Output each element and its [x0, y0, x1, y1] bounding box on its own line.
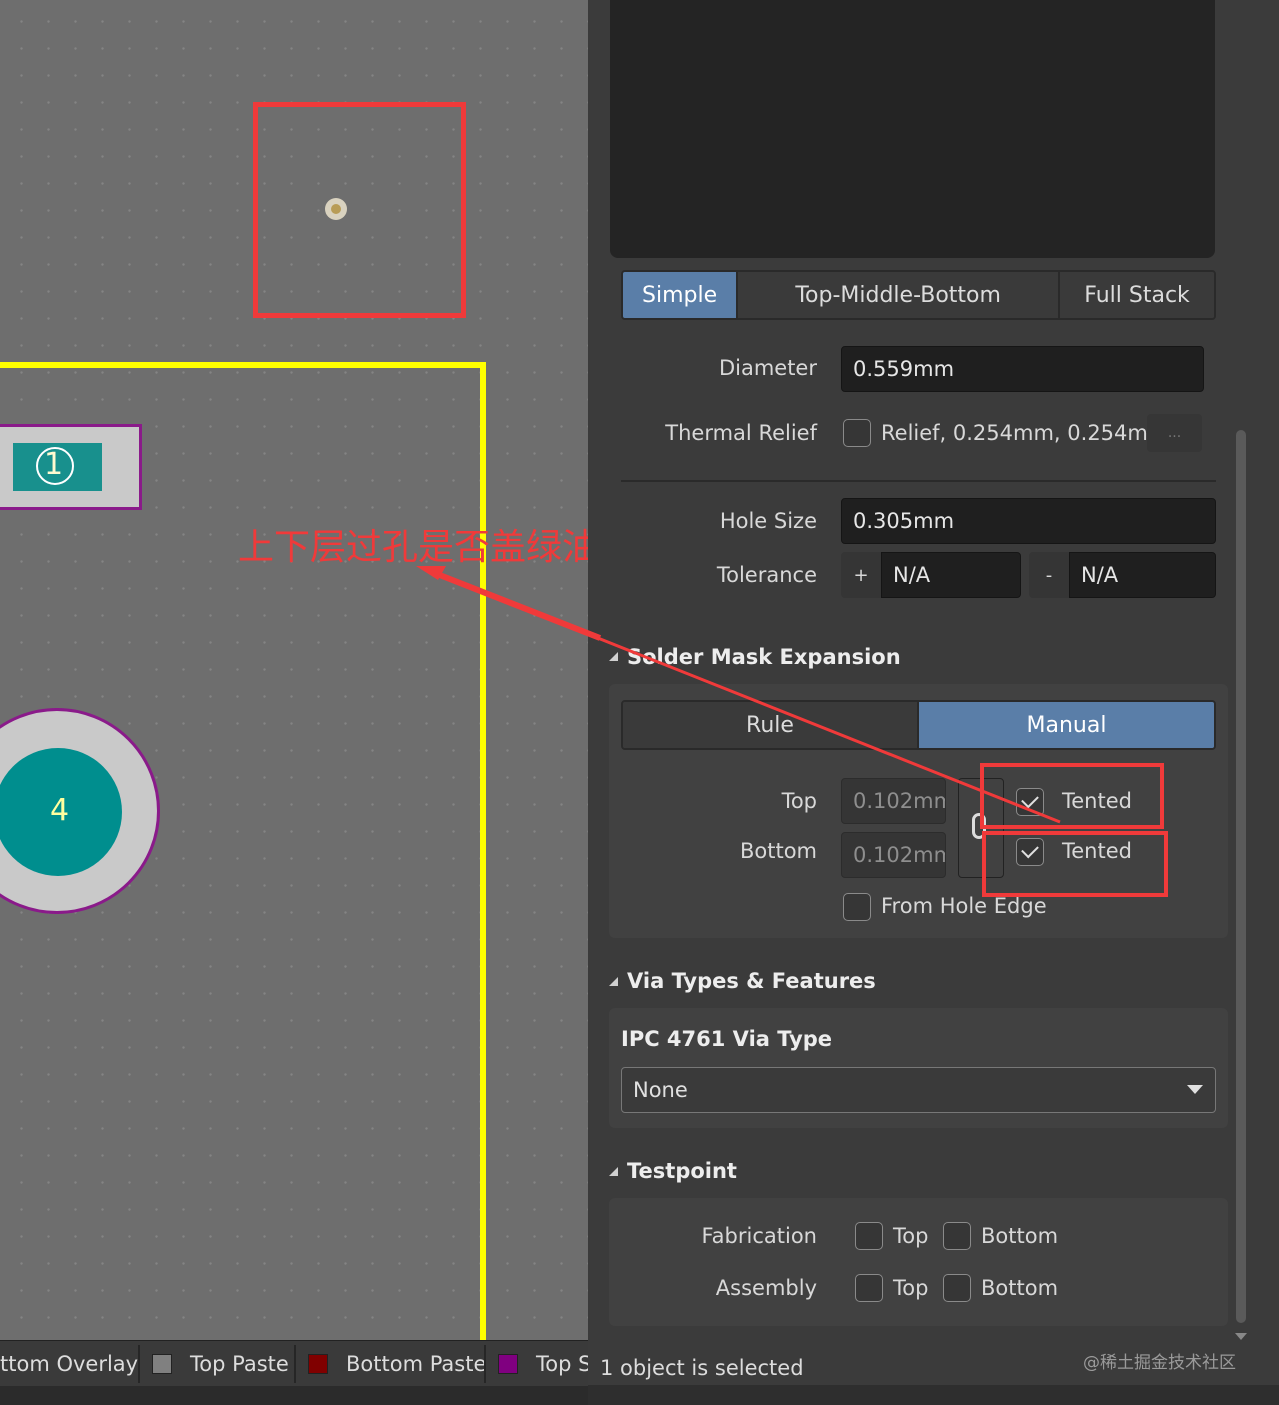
- tolerance-minus-field[interactable]: N/A: [1069, 552, 1216, 598]
- thermal-relief-more-button[interactable]: ...: [1147, 414, 1202, 452]
- via[interactable]: [325, 198, 347, 220]
- layer-color-swatch: [308, 1353, 328, 1374]
- panel-scrollbar[interactable]: [1236, 430, 1246, 1323]
- assembly-bottom-label: Bottom: [981, 1276, 1059, 1300]
- fabrication-label: Fabrication: [701, 1224, 817, 1248]
- layer-tab-label: ttom Overlay: [0, 1351, 139, 1376]
- solder-mask-bottom-label: Bottom: [739, 839, 817, 863]
- stack-mode-top-middle-bottom[interactable]: Top-Middle-Bottom: [738, 272, 1061, 318]
- layer-tab-divider: [138, 1345, 140, 1383]
- tented-top-highlight: [980, 763, 1164, 829]
- layer-tab-bar: ttom Overlay Top Paste Bottom Paste Top …: [0, 1340, 591, 1386]
- annotation-text: 上下层过孔是否盖绿油: [238, 527, 588, 568]
- ipc-via-type-dropdown[interactable]: None: [621, 1067, 1216, 1113]
- layer-tab-label: Top Paste: [190, 1351, 289, 1376]
- thermal-relief-value: Relief, 0.254mm, 0.254mm,: [881, 421, 1175, 445]
- layer-tab-bottom-overlay[interactable]: ttom Overlay: [0, 1341, 138, 1386]
- layer-tab-divider: [484, 1345, 486, 1383]
- solder-mask-top-label: Top: [781, 789, 817, 813]
- collapse-triangle-icon[interactable]: [609, 1167, 618, 1176]
- solder-mask-section-title[interactable]: Solder Mask Expansion: [627, 645, 901, 669]
- layer-tab-top-solder[interactable]: Top S: [498, 1341, 591, 1386]
- testpoint-card: [609, 1198, 1228, 1326]
- thermal-relief-checkbox[interactable]: [843, 419, 871, 447]
- selection-status: 1 object is selected: [600, 1356, 804, 1380]
- layer-tab-label: Bottom Paste: [346, 1351, 487, 1376]
- layer-color-swatch: [498, 1353, 518, 1374]
- layer-color-swatch: [152, 1353, 172, 1374]
- tented-bottom-highlight: [982, 831, 1168, 897]
- diameter-field[interactable]: 0.559mm: [841, 346, 1204, 392]
- scroll-down-icon[interactable]: [1235, 1333, 1247, 1340]
- solder-mask-top-field[interactable]: 0.102mm: [841, 778, 946, 824]
- layer-tab-bottom-paste[interactable]: Bottom Paste: [308, 1341, 486, 1386]
- solder-mask-mode-manual[interactable]: Manual: [919, 702, 1214, 748]
- via-types-section-title[interactable]: Via Types & Features: [627, 969, 876, 993]
- fabrication-top-checkbox[interactable]: [855, 1222, 883, 1250]
- assembly-top-checkbox[interactable]: [855, 1274, 883, 1302]
- diameter-label: Diameter: [718, 356, 817, 380]
- stack-mode-full-stack[interactable]: Full Stack: [1060, 272, 1214, 318]
- fabrication-bottom-checkbox[interactable]: [943, 1222, 971, 1250]
- tolerance-label: Tolerance: [716, 563, 817, 587]
- assembly-label: Assembly: [715, 1276, 817, 1300]
- fabrication-top-label: Top: [893, 1224, 929, 1248]
- via-highlight-box: [253, 102, 466, 318]
- stack-mode-switch: Simple Top-Middle-Bottom Full Stack: [621, 270, 1216, 320]
- thermal-relief-label: Thermal Relief: [665, 421, 817, 445]
- from-hole-edge-checkbox[interactable]: [843, 893, 871, 921]
- hole-size-label: Hole Size: [719, 509, 817, 533]
- panel-footer: [588, 1385, 1279, 1405]
- fabrication-bottom-label: Bottom: [981, 1224, 1059, 1248]
- via-preview: [610, 0, 1215, 258]
- pad-1-label: 1: [44, 447, 64, 482]
- collapse-triangle-icon[interactable]: [609, 652, 618, 661]
- assembly-bottom-checkbox[interactable]: [943, 1274, 971, 1302]
- pcb-canvas[interactable]: 1 4 上下层过孔是否盖绿油: [0, 0, 588, 1340]
- layer-tab-divider: [294, 1345, 296, 1383]
- tolerance-plus-field[interactable]: N/A: [881, 552, 1021, 598]
- assembly-top-label: Top: [893, 1276, 929, 1300]
- ipc-via-type-label: IPC 4761 Via Type: [621, 1027, 833, 1051]
- tolerance-minus-sign: -: [1029, 552, 1069, 598]
- tolerance-plus-sign: +: [841, 552, 881, 598]
- solder-mask-mode-rule[interactable]: Rule: [623, 702, 919, 748]
- solder-mask-mode-switch: Rule Manual: [621, 700, 1216, 750]
- testpoint-section-title[interactable]: Testpoint: [627, 1159, 737, 1183]
- collapse-triangle-icon[interactable]: [609, 977, 618, 986]
- chevron-down-icon: [1187, 1085, 1203, 1094]
- layer-tab-top-paste[interactable]: Top Paste: [152, 1341, 289, 1386]
- ipc-via-type-value: None: [633, 1078, 688, 1102]
- solder-mask-bottom-field[interactable]: 0.102mm: [841, 832, 946, 878]
- stack-mode-simple[interactable]: Simple: [623, 272, 739, 318]
- hole-size-field[interactable]: 0.305mm: [841, 498, 1216, 544]
- watermark: @稀土掘金技术社区: [1083, 1353, 1236, 1373]
- layer-tab-label: Top S: [536, 1351, 592, 1376]
- pad-4-label: 4: [50, 793, 70, 828]
- divider: [621, 480, 1216, 482]
- from-hole-edge-label: From Hole Edge: [881, 894, 1047, 918]
